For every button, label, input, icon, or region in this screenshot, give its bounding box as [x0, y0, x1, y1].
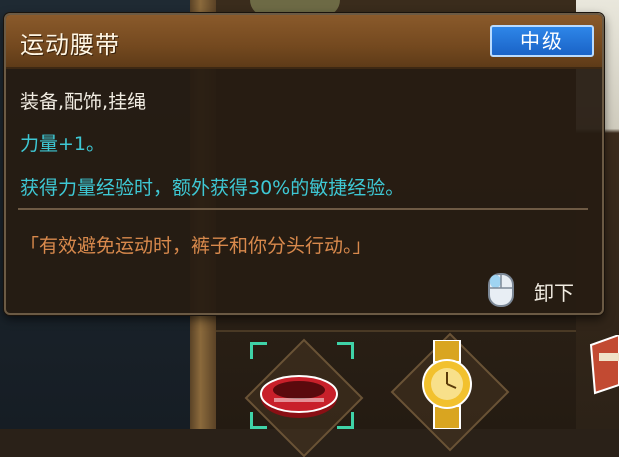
rank-badge: 中级	[490, 25, 594, 57]
divider	[18, 208, 588, 210]
gold-watch-icon[interactable]	[412, 340, 482, 429]
selection-corner	[337, 342, 354, 359]
item-effect: 力量+1。	[20, 133, 106, 155]
sports-belt-icon[interactable]	[258, 368, 340, 422]
selection-corner	[250, 342, 267, 359]
unequip-label: 卸下	[534, 281, 574, 305]
item-title: 运动腰带	[20, 31, 120, 59]
mouse-icon	[488, 273, 514, 307]
flavor-text: 「有效避免运动时，裤子和你分头行动。」	[20, 235, 372, 257]
inventory-divider	[216, 330, 576, 332]
item-category: 装备,配饰,挂绳	[20, 91, 147, 113]
item-tooltip: 运动腰带 中级 装备,配饰,挂绳 力量+1。 获得力量经验时，额外获得30%的敏…	[4, 13, 604, 315]
tooltip-header: 运动腰带 中级	[6, 15, 602, 69]
partial-item-icon[interactable]	[585, 335, 619, 395]
unequip-button[interactable]: 卸下	[488, 273, 588, 307]
item-effect: 获得力量经验时，额外获得30%的敏捷经验。	[20, 177, 405, 199]
